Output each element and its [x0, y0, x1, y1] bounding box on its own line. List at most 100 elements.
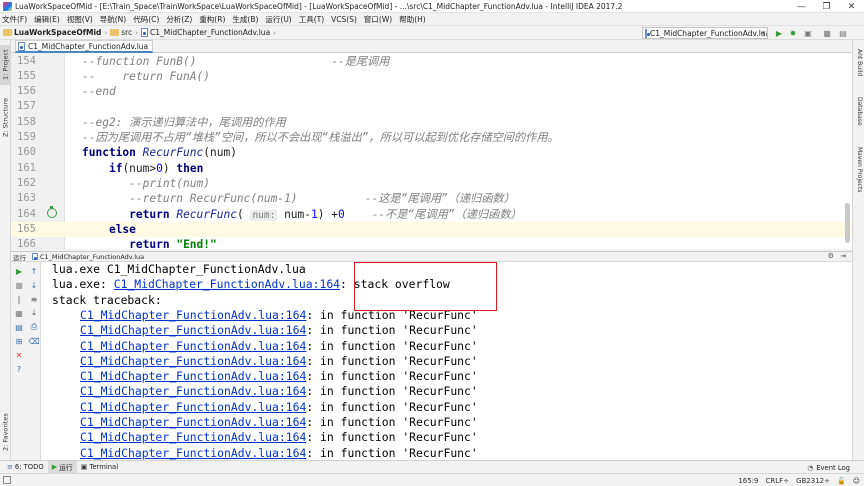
traceback-source-link[interactable]: C1_MidChapter_FunctionAdv.lua:164 — [80, 384, 306, 398]
file-encoding[interactable]: GB2312÷ — [796, 477, 830, 485]
menu-code[interactable]: 代码(C) — [133, 14, 159, 25]
lock-icon[interactable]: 🔓 — [837, 477, 846, 485]
code-text: else — [108, 222, 136, 236]
lua-file-icon — [141, 28, 149, 37]
code-editor[interactable]: 154 --function FunB() --是尾调用 155 -- return … — [11, 53, 852, 249]
print-icon[interactable]: ⎙ — [29, 322, 39, 332]
settings-icon[interactable]: ⚙ ⇥ — [828, 252, 848, 260]
tab-todo[interactable]: ≡ 6: TODO — [3, 461, 48, 474]
traceback-line: C1_MidChapter_FunctionAdv.lua:164: in fu… — [80, 354, 478, 369]
scroll-down-icon[interactable]: ↓ — [29, 280, 39, 290]
breadcrumb-file[interactable]: C1_MidChapter_FunctionAdv.lua › — [141, 28, 276, 37]
maximize-button[interactable]: ❐ — [814, 0, 839, 13]
coverage-icon[interactable]: ▣ — [803, 28, 813, 38]
tab-structure[interactable]: Z: Structure — [0, 95, 11, 140]
traceback-line: C1_MidChapter_FunctionAdv.lua:164: in fu… — [80, 415, 478, 430]
close-button[interactable]: ✕ — [839, 0, 864, 13]
tool-windows-icon[interactable] — [3, 476, 11, 484]
tab-ant-build[interactable]: Ant Build — [854, 44, 864, 82]
traceback-function: : in function 'RecurFunc' — [306, 445, 478, 460]
menu-refactor[interactable]: 重构(R) — [199, 14, 225, 25]
project-structure-icon[interactable]: ▤ — [838, 28, 848, 38]
tab-maven-projects[interactable]: Maven Projects — [854, 140, 864, 200]
code-line[interactable]: 161 if(num>0) then — [11, 161, 852, 176]
editor-tab[interactable]: C1_MidChapter_FunctionAdv.lua — [15, 40, 154, 53]
code-line[interactable]: 157 — [11, 99, 852, 114]
scroll-up-icon[interactable]: ↑ — [29, 266, 39, 276]
traceback-source-link[interactable]: C1_MidChapter_FunctionAdv.lua:164 — [80, 446, 306, 460]
error-source-link[interactable]: C1_MidChapter_FunctionAdv.lua:164 — [114, 277, 340, 291]
debug-icon[interactable]: ✹ — [788, 28, 798, 38]
traceback-source-link[interactable]: C1_MidChapter_FunctionAdv.lua:164 — [80, 400, 306, 414]
run-panel-config[interactable]: C1_MidChapter_FunctionAdv.lua — [40, 253, 144, 261]
line-number: 158 — [17, 115, 36, 128]
traceback-source-link[interactable]: C1_MidChapter_FunctionAdv.lua:164 — [80, 354, 306, 368]
traceback-line: C1_MidChapter_FunctionAdv.lua:164: in fu… — [80, 323, 478, 338]
line-separator[interactable]: CRLF÷ — [766, 477, 790, 485]
traceback-source-link[interactable]: C1_MidChapter_FunctionAdv.lua:164 — [80, 430, 306, 444]
menu-tools[interactable]: 工具(T) — [299, 14, 324, 25]
menu-navigate[interactable]: 导航(N) — [100, 14, 126, 25]
line-number: 162 — [17, 176, 36, 189]
menu-help[interactable]: 帮助(H) — [399, 14, 426, 25]
run-icon[interactable]: ▶ — [774, 28, 784, 38]
tab-run[interactable]: ▶ 运行 — [47, 460, 77, 474]
code-line[interactable]: 166 return "End!" — [11, 237, 852, 249]
menu-edit[interactable]: 编辑(E) — [34, 14, 60, 25]
menu-build[interactable]: 生成(B) — [232, 14, 258, 25]
pause-icon[interactable]: ‖ — [14, 294, 24, 304]
dump-threads-icon[interactable]: ▤ — [14, 322, 24, 332]
scroll-to-end-icon[interactable]: ⤓ — [29, 308, 39, 318]
breadcrumb-project[interactable]: LuaWorkSpaceOfMid › — [3, 28, 107, 37]
soft-wrap-icon[interactable]: ≡ — [29, 294, 39, 304]
menu-vcs[interactable]: VCS(S) — [331, 15, 357, 24]
caret-position[interactable]: 165:9 — [738, 477, 758, 485]
recursion-gutter-icon[interactable] — [47, 206, 57, 218]
traceback-source-link[interactable]: C1_MidChapter_FunctionAdv.lua:164 — [80, 323, 306, 337]
tab-terminal[interactable]: ▣ Terminal — [77, 461, 122, 474]
traceback-line: C1_MidChapter_FunctionAdv.lua:164: in fu… — [80, 384, 478, 399]
traceback-source-link[interactable]: C1_MidChapter_FunctionAdv.lua:164 — [80, 339, 306, 353]
help-icon[interactable]: ? — [14, 364, 24, 374]
restore-layout-icon[interactable]: ▦ — [14, 308, 24, 318]
menu-window[interactable]: 窗口(W) — [364, 14, 392, 25]
menu-analyze[interactable]: 分析(Z) — [166, 14, 192, 25]
run-configuration-select[interactable]: C1_MidChapter_FunctionAdv.lua ▾ — [642, 27, 768, 39]
tab-favorites[interactable]: 2: Favorites — [0, 410, 11, 455]
code-line[interactable]: 164 return RecurFunc( num: num-1) +0 --不… — [11, 207, 852, 222]
pin-icon[interactable]: ⊞ — [14, 336, 24, 346]
code-line[interactable]: 158 --eg2: 演示递归算法中，尾调用的作用 — [11, 115, 852, 130]
console-traceback-header: stack traceback: — [52, 292, 162, 307]
code-line[interactable]: 163 --return RecurFunc(num-1) --这是“尾调用”（… — [11, 191, 852, 206]
stop-icon[interactable]: ■ — [14, 280, 24, 290]
code-line[interactable]: 155 -- return FunA() — [11, 69, 852, 84]
rerun-icon[interactable]: ▶ — [14, 266, 24, 276]
traceback-source-link[interactable]: C1_MidChapter_FunctionAdv.lua:164 — [80, 415, 306, 429]
code-text: return "End!" — [129, 238, 217, 249]
menu-view[interactable]: 视图(V) — [67, 14, 93, 25]
code-line[interactable]: 165 else — [11, 221, 852, 238]
traceback-source-link[interactable]: C1_MidChapter_FunctionAdv.lua:164 — [80, 369, 306, 383]
stop-icon[interactable]: ■ — [822, 28, 832, 38]
code-line[interactable]: 162 --print(num) — [11, 176, 852, 191]
navigation-bar: LuaWorkSpaceOfMid › src › C1_MidChapter_… — [0, 26, 864, 40]
code-text: -- return FunA() — [82, 69, 210, 83]
traceback-source-link[interactable]: C1_MidChapter_FunctionAdv.lua:164 — [80, 308, 306, 322]
code-line[interactable]: 156 --end — [11, 84, 852, 99]
close-icon[interactable]: ✕ — [14, 350, 24, 360]
traceback-line: C1_MidChapter_FunctionAdv.lua:164: in fu… — [80, 430, 478, 445]
minimize-button[interactable]: — — [789, 0, 814, 13]
code-line[interactable]: 154 --function FunB() --是尾调用 — [11, 54, 852, 69]
breadcrumb-folder[interactable]: src › — [110, 28, 138, 37]
tab-database[interactable]: Database — [854, 92, 864, 130]
highlight-box — [354, 262, 497, 311]
code-line[interactable]: 159 --因为尾调用不占用“堆栈”空间，所以不会出现“栈溢出”，所以可以起到优化… — [11, 130, 852, 145]
menu-run[interactable]: 运行(U) — [265, 14, 291, 25]
hector-icon[interactable]: ☺ — [853, 477, 860, 485]
tab-project[interactable]: 1: Project — [0, 45, 11, 85]
menu-file[interactable]: 文件(F) — [2, 14, 27, 25]
code-line[interactable]: 160 function RecurFunc(num) — [11, 145, 852, 160]
clear-all-icon[interactable]: ⌫ — [28, 336, 39, 346]
run-console[interactable]: lua.exe C1_MidChapter_FunctionAdv.lua lu… — [41, 262, 852, 460]
editor-scrollbar[interactable] — [845, 203, 850, 243]
